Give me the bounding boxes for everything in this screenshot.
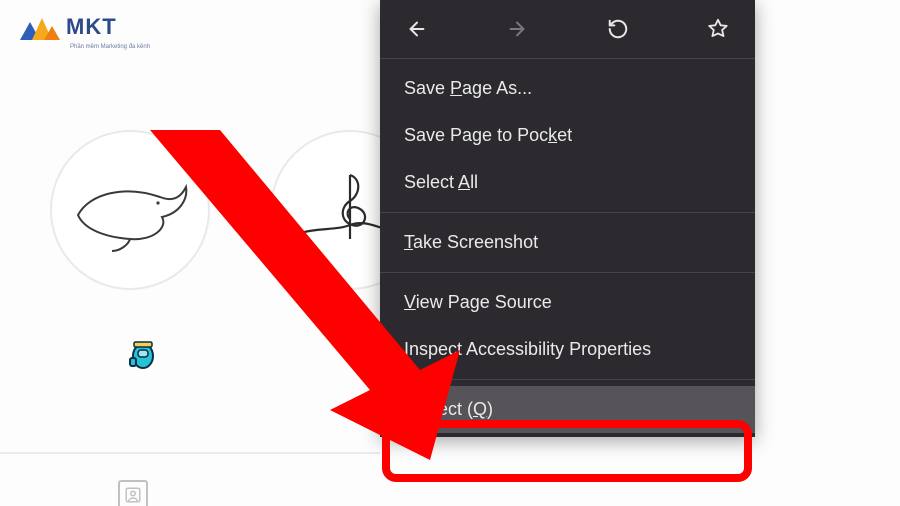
browser-context-menu: Save Page As... Save Page to Pocket Sele… [380,0,755,437]
reload-icon[interactable] [607,18,629,40]
mkt-logo-tagline: Phần mềm Marketing đa kênh [70,44,150,50]
tagged-tab-icon[interactable] [118,480,148,506]
menu-inspect[interactable]: Inspect (Q) [380,386,755,433]
bookmark-star-icon[interactable] [707,18,729,40]
context-menu-divider [380,272,755,273]
story-highlight-whale[interactable] [50,130,210,290]
mkt-logo: MKT Phần mềm Marketing đa kênh [20,14,117,40]
story-highlights-row [50,130,430,290]
mkt-logo-text: MKT [66,14,117,40]
context-menu-divider [380,379,755,380]
menu-inspect-accessibility[interactable]: Inspect Accessibility Properties [380,326,755,373]
context-menu-divider [380,212,755,213]
back-icon[interactable] [406,18,428,40]
helper-crew-icon [128,340,158,370]
menu-take-screenshot[interactable]: Take Screenshot [380,219,755,266]
context-menu-nav-row [380,0,755,52]
menu-select-all[interactable]: Select All [380,159,755,206]
menu-save-page-as[interactable]: Save Page As... [380,65,755,112]
forward-icon[interactable] [506,18,528,40]
content-divider [0,452,380,454]
menu-view-page-source[interactable]: View Page Source [380,279,755,326]
menu-save-to-pocket[interactable]: Save Page to Pocket [380,112,755,159]
mkt-logo-mark [20,14,60,40]
whale-icon [70,165,190,255]
context-menu-divider [380,58,755,59]
